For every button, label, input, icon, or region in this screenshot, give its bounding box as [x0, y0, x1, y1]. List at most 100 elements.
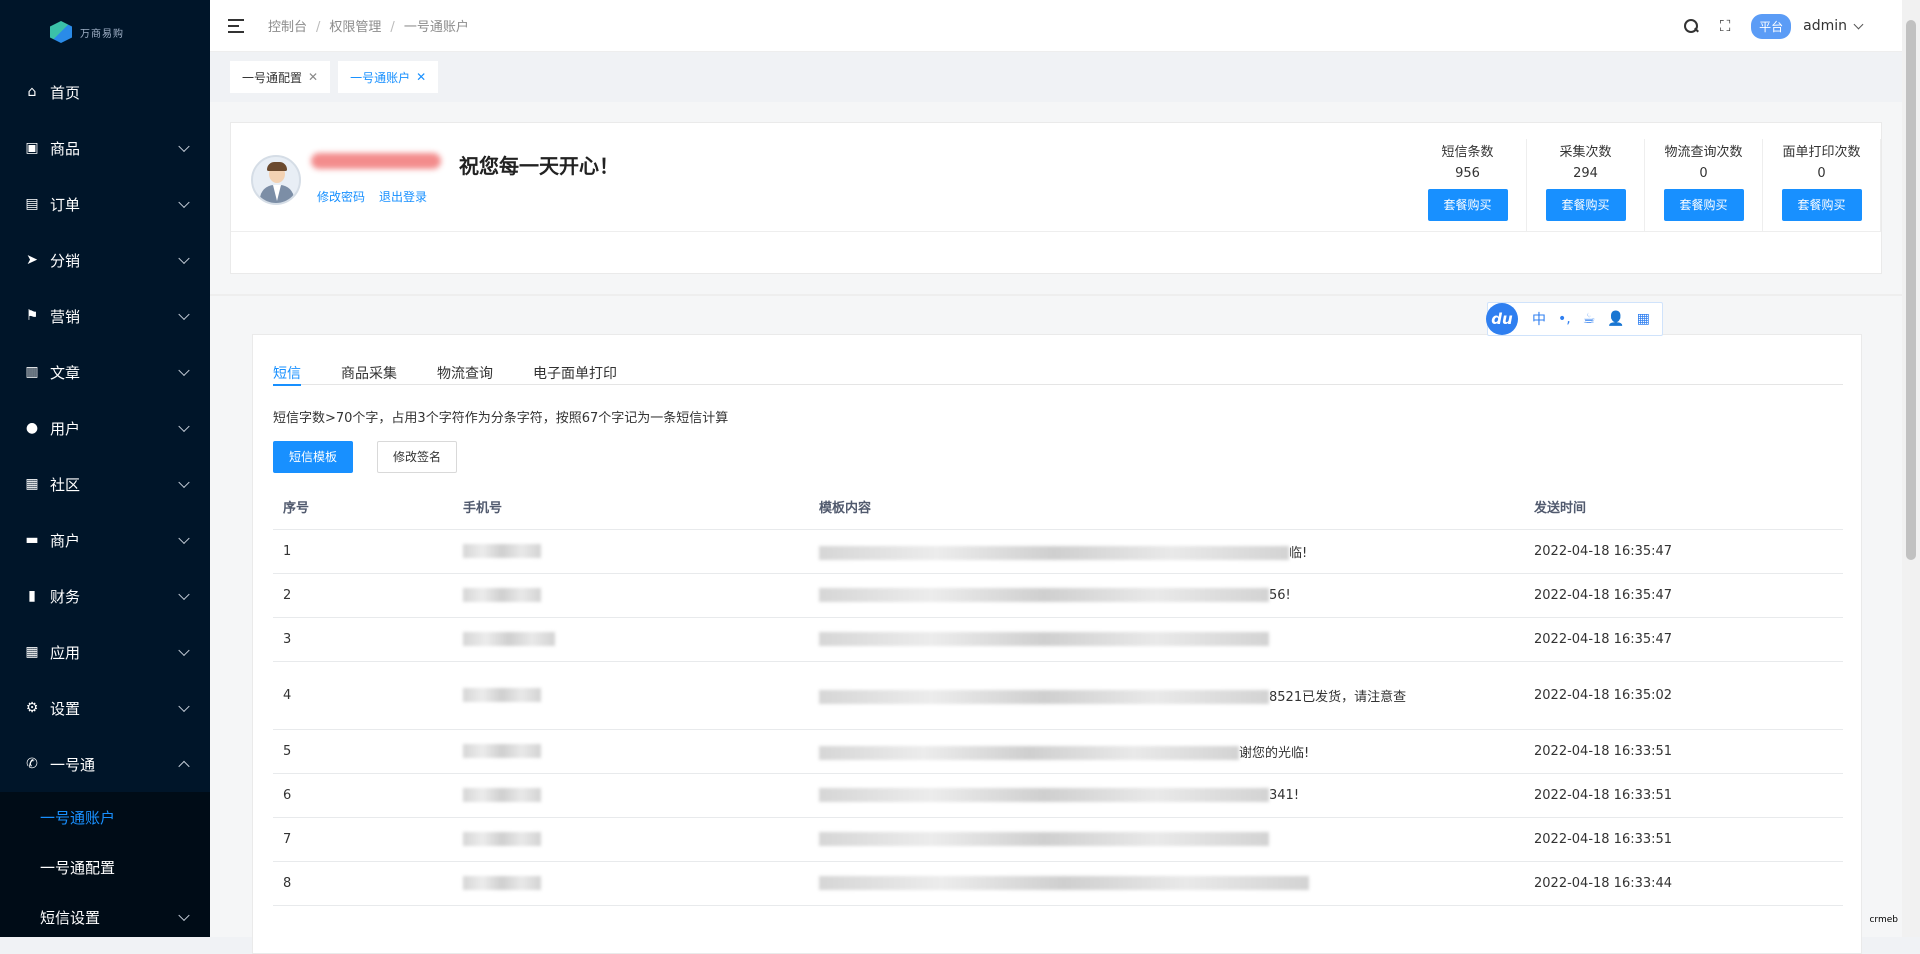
- col-header-time: 发送时间: [1524, 485, 1843, 529]
- table-row: 32022-04-18 16:35:47: [273, 617, 1843, 661]
- submenu-item-label: 短信设置: [40, 907, 100, 928]
- sidebar-item[interactable]: ▦社区: [0, 456, 210, 512]
- user-dropdown[interactable]: admin: [1803, 18, 1862, 34]
- cell-no: 8: [273, 861, 453, 905]
- content-redacted: [819, 876, 1309, 890]
- sidebar-item[interactable]: ⚙设置: [0, 680, 210, 736]
- service-tab[interactable]: 物流查询: [437, 363, 493, 385]
- ime-logo-icon[interactable]: du: [1486, 303, 1518, 335]
- sidebar-item[interactable]: ▮财务: [0, 568, 210, 624]
- cell-phone: [453, 861, 809, 905]
- sidebar-item[interactable]: ▣商品: [0, 120, 210, 176]
- chevron-down-icon: [178, 910, 189, 921]
- close-icon[interactable]: ✕: [308, 70, 318, 84]
- cell-phone: [453, 729, 809, 773]
- sidebar: 万商易购 ⌂首页▣商品▤订单➤分销⚑营销▥文章●用户▦社区▬商户▮财务▦应用⚙设…: [0, 0, 210, 937]
- submenu-item[interactable]: 一号通配置: [0, 842, 210, 892]
- search-icon[interactable]: [1683, 18, 1699, 34]
- chevron-down-icon: [1854, 19, 1864, 29]
- cell-no: 3: [273, 617, 453, 661]
- greeting: 祝您每一天开心！: [459, 150, 619, 179]
- sidebar-item[interactable]: ▤订单: [0, 176, 210, 232]
- table-row: 72022-04-18 16:33:51: [273, 817, 1843, 861]
- submenu-item[interactable]: 短信设置: [0, 892, 210, 937]
- cell-content: 谢您的光临!: [809, 729, 1524, 773]
- ime-grid-icon[interactable]: ▦: [1637, 311, 1650, 327]
- chevron-down-icon: [178, 197, 189, 208]
- shop-bag-icon: ▣: [24, 140, 40, 156]
- stat-item: 采集次数294套餐购买: [1527, 139, 1645, 231]
- submenu-item[interactable]: 一号通账户: [0, 792, 210, 842]
- sidebar-item-label: 首页: [50, 82, 80, 103]
- finance-icon: ▮: [24, 588, 40, 604]
- sidebar-item[interactable]: ▦应用: [0, 624, 210, 680]
- logo[interactable]: 万商易购: [0, 0, 210, 64]
- sidebar-item[interactable]: ➤分销: [0, 232, 210, 288]
- merchant-icon: ▬: [24, 532, 40, 548]
- buy-package-button[interactable]: 套餐购买: [1546, 189, 1626, 221]
- ime-punctuation-icon[interactable]: •,: [1558, 311, 1571, 327]
- apps-icon: ▦: [24, 644, 40, 660]
- content-visible-tail: 8521已发货，请注意查: [1269, 690, 1406, 705]
- scrollbar-thumb[interactable]: [1906, 20, 1916, 560]
- phone-redacted: [463, 544, 541, 558]
- cell-no: 2: [273, 573, 453, 617]
- ime-user-icon[interactable]: 👤: [1607, 311, 1624, 327]
- cell-time: 2022-04-18 16:33:51: [1524, 773, 1843, 817]
- tag-label: 一号通账户: [350, 69, 410, 86]
- col-header-no: 序号: [273, 485, 453, 529]
- cell-time: 2022-04-18 16:35:47: [1524, 573, 1843, 617]
- change-password-link[interactable]: 修改密码: [317, 190, 365, 204]
- buy-package-button[interactable]: 套餐购买: [1428, 189, 1508, 221]
- breadcrumb-item[interactable]: 控制台: [268, 20, 307, 35]
- stat-item: 面单打印次数0套餐购买: [1763, 139, 1881, 231]
- logout-link[interactable]: 退出登录: [379, 190, 427, 204]
- article-icon: ▥: [24, 364, 40, 380]
- sidebar-item-label: 分销: [50, 250, 80, 271]
- sidebar-item[interactable]: ⌂首页: [0, 64, 210, 120]
- service-panel: 短信 商品采集 物流查询 电子面单打印 短信字数>70个字，占用3个字符作为分条字符，…: [252, 334, 1862, 954]
- phone-icon: ✆: [24, 756, 40, 772]
- table-row: 5谢您的光临!2022-04-18 16:33:51: [273, 729, 1843, 773]
- sidebar-item[interactable]: ⚑营销: [0, 288, 210, 344]
- logo-text: 万商易购: [80, 25, 124, 40]
- sidebar-item[interactable]: ▬商户: [0, 512, 210, 568]
- sms-tip: 短信字数>70个字，占用3个字符作为分条字符，按照67个字记为一条短信计算: [273, 407, 728, 426]
- fullscreen-icon[interactable]: ⛶: [1717, 18, 1733, 34]
- sidebar-item[interactable]: ▥文章: [0, 344, 210, 400]
- buy-package-button[interactable]: 套餐购买: [1664, 189, 1744, 221]
- tag-tab[interactable]: 一号通配置✕: [230, 61, 330, 93]
- sidebar-item[interactable]: ✆ 一号通: [0, 736, 210, 792]
- sidebar-item[interactable]: ●用户: [0, 400, 210, 456]
- buy-package-button[interactable]: 套餐购买: [1782, 189, 1862, 221]
- cell-content: 341!: [809, 773, 1524, 817]
- cell-time: 2022-04-18 16:33:51: [1524, 729, 1843, 773]
- order-icon: ▤: [24, 196, 40, 212]
- sidebar-item-label: 用户: [50, 418, 80, 439]
- sms-template-button[interactable]: 短信模板: [273, 441, 353, 473]
- menu-fold-icon[interactable]: [228, 19, 244, 33]
- content-redacted: [819, 588, 1269, 602]
- main-content: 祝您每一天开心！ 修改密码退出登录 短信条数956套餐购买采集次数294套餐购买…: [210, 102, 1902, 937]
- ime-chinese-icon[interactable]: 中: [1532, 309, 1546, 329]
- col-header-content: 模板内容: [809, 485, 1524, 529]
- breadcrumb-item[interactable]: 权限管理: [329, 20, 381, 35]
- stat-label: 物流查询次数: [1645, 141, 1762, 160]
- edit-signature-button[interactable]: 修改签名: [377, 441, 457, 473]
- phone-redacted: [463, 632, 555, 646]
- stat-label: 短信条数: [1409, 141, 1526, 160]
- close-icon[interactable]: ✕: [416, 70, 426, 84]
- page-scrollbar[interactable]: [1902, 0, 1920, 937]
- phone-redacted: [463, 588, 541, 602]
- service-tab[interactable]: 商品采集: [341, 363, 397, 385]
- service-tab[interactable]: 短信: [273, 363, 301, 385]
- sidebar-item-label: 营销: [50, 306, 80, 327]
- sidebar-item-label: 一号通: [50, 754, 95, 775]
- chevron-down-icon: [178, 421, 189, 432]
- ime-cup-icon[interactable]: ☕: [1583, 311, 1596, 327]
- ime-toolbar[interactable]: du 中 •, ☕ 👤 ▦: [1487, 302, 1663, 336]
- service-tab[interactable]: 电子面单打印: [533, 363, 617, 385]
- chevron-down-icon: [178, 477, 189, 488]
- tag-tab-active[interactable]: 一号通账户 ✕: [338, 61, 438, 93]
- cell-content: [809, 861, 1524, 905]
